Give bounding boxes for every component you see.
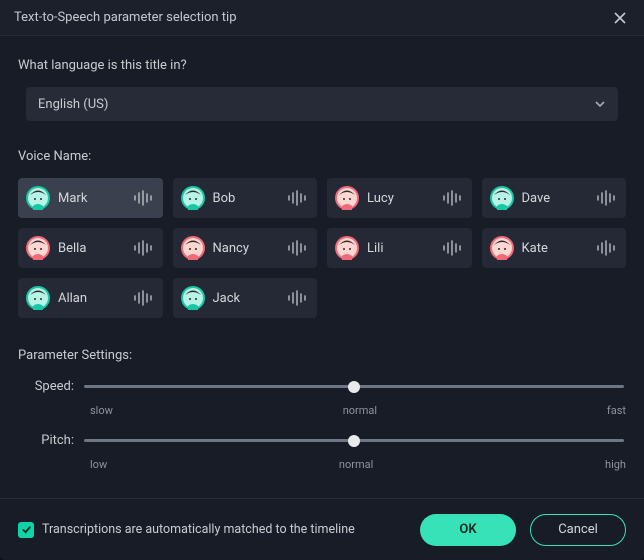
voice-card-label: Allan <box>58 291 125 306</box>
avatar-icon <box>181 186 205 210</box>
avatar-icon <box>26 186 50 210</box>
auto-match-checkbox-wrap[interactable]: Transcriptions are automatically matched… <box>18 522 406 538</box>
voice-card-allan[interactable]: Allan <box>18 278 163 318</box>
avatar-icon <box>335 236 359 260</box>
pitch-tick-mid: normal <box>339 458 373 471</box>
voice-card-kate[interactable]: Kate <box>482 228 627 268</box>
pitch-slider[interactable] <box>82 439 626 442</box>
voice-grid: Mark Bob Lucy <box>18 178 626 318</box>
cancel-button[interactable]: Cancel <box>530 514 626 546</box>
waveform-icon <box>442 240 464 256</box>
ok-button[interactable]: OK <box>420 514 516 546</box>
titlebar: Text-to-Speech parameter selection tip <box>0 0 644 36</box>
language-select-value: English (US) <box>38 97 108 112</box>
auto-match-label: Transcriptions are automatically matched… <box>42 522 355 537</box>
voice-card-bob[interactable]: Bob <box>173 178 318 218</box>
voice-card-label: Lili <box>367 241 434 256</box>
waveform-icon <box>287 290 309 306</box>
voice-name-label: Voice Name: <box>18 149 626 164</box>
close-button[interactable] <box>610 8 630 28</box>
speed-tick-min: slow <box>90 404 113 417</box>
avatar-icon <box>335 186 359 210</box>
dialog-footer: Transcriptions are automatically matched… <box>0 498 644 560</box>
avatar-icon <box>490 236 514 260</box>
avatar-icon <box>26 236 50 260</box>
pitch-slider-thumb[interactable] <box>348 435 360 447</box>
avatar-icon <box>181 236 205 260</box>
pitch-tick-min: low <box>90 458 107 471</box>
language-label: What language is this title in? <box>18 58 626 73</box>
pitch-label: Pitch: <box>18 433 82 448</box>
cancel-button-label: Cancel <box>558 522 598 537</box>
dialog-title: Text-to-Speech parameter selection tip <box>14 10 237 25</box>
waveform-icon <box>596 240 618 256</box>
speed-label: Speed: <box>18 379 82 394</box>
speed-tick-mid: normal <box>343 404 377 417</box>
tts-dialog: Text-to-Speech parameter selection tip W… <box>0 0 644 560</box>
voice-card-label: Nancy <box>213 241 280 256</box>
avatar-icon <box>26 286 50 310</box>
voice-card-label: Bella <box>58 241 125 256</box>
voice-card-mark[interactable]: Mark <box>18 178 163 218</box>
parameter-section: Speed: slow normal fast Pitch: <box>18 379 626 471</box>
waveform-icon <box>133 240 155 256</box>
auto-match-checkbox[interactable] <box>18 522 34 538</box>
waveform-icon <box>133 190 155 206</box>
waveform-icon <box>596 190 618 206</box>
voice-card-lili[interactable]: Lili <box>327 228 472 268</box>
waveform-icon <box>133 290 155 306</box>
pitch-tick-max: high <box>605 458 626 471</box>
speed-slider[interactable] <box>82 385 626 388</box>
dialog-content: What language is this title in? English … <box>0 36 644 498</box>
voice-card-label: Jack <box>213 291 280 306</box>
close-icon <box>614 12 626 24</box>
voice-card-label: Kate <box>522 241 589 256</box>
waveform-icon <box>287 240 309 256</box>
voice-card-bella[interactable]: Bella <box>18 228 163 268</box>
language-select[interactable]: English (US) <box>26 87 618 121</box>
voice-card-label: Dave <box>522 191 589 206</box>
avatar-icon <box>490 186 514 210</box>
voice-card-label: Mark <box>58 191 125 206</box>
check-icon <box>21 524 32 535</box>
voice-card-lucy[interactable]: Lucy <box>327 178 472 218</box>
voice-card-nancy[interactable]: Nancy <box>173 228 318 268</box>
speed-tick-max: fast <box>607 404 626 417</box>
chevron-down-icon <box>594 98 606 110</box>
voice-card-dave[interactable]: Dave <box>482 178 627 218</box>
voice-card-label: Bob <box>213 191 280 206</box>
waveform-icon <box>442 190 464 206</box>
speed-slider-thumb[interactable] <box>348 381 360 393</box>
parameter-settings-label: Parameter Settings: <box>18 348 626 363</box>
waveform-icon <box>287 190 309 206</box>
avatar-icon <box>181 286 205 310</box>
ok-button-label: OK <box>459 522 476 537</box>
voice-card-label: Lucy <box>367 191 434 206</box>
voice-card-jack[interactable]: Jack <box>173 278 318 318</box>
